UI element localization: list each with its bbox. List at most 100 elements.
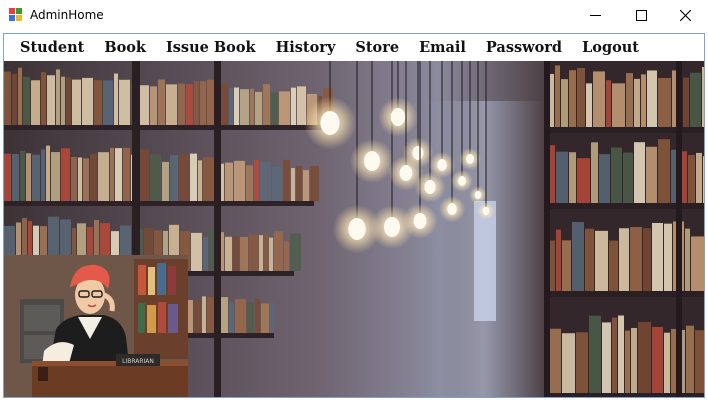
book-spine [179, 154, 189, 201]
menu-item-book[interactable]: Book [94, 34, 156, 61]
menu-item-email[interactable]: Email [409, 34, 476, 61]
book-spine [296, 165, 302, 201]
menu-item-history[interactable]: History [266, 34, 346, 61]
book-spine [170, 155, 178, 201]
close-button[interactable] [662, 0, 708, 30]
book-spine [261, 303, 269, 333]
book-spine [591, 142, 598, 203]
minimize-button[interactable] [572, 0, 618, 30]
book-spine [254, 159, 259, 201]
maximize-button[interactable] [618, 0, 664, 30]
book-spine [166, 84, 177, 125]
light-bulb [458, 176, 466, 186]
book-spine [690, 72, 701, 127]
book-spine [103, 80, 113, 125]
book-spine [250, 88, 254, 125]
shelf-plank [4, 125, 334, 130]
book-spine [576, 332, 588, 393]
book-spine [618, 315, 624, 393]
book-spine [82, 77, 93, 125]
book-spine [26, 153, 31, 201]
book-spine [47, 75, 55, 125]
book-spine [264, 234, 268, 271]
book-spine [94, 80, 102, 125]
menu-item-store[interactable]: Store [345, 34, 409, 61]
book-spine [593, 71, 605, 127]
book-spine [4, 153, 11, 201]
book-spine [555, 65, 560, 127]
book-spine [625, 330, 630, 393]
maximize-icon [635, 9, 647, 21]
shelf-edge [544, 61, 550, 397]
library-background-image: LIBRARIAN [4, 61, 704, 397]
book-spine [225, 162, 233, 201]
desk-sign-text: LIBRARIAN [122, 358, 154, 365]
book-spine [31, 80, 40, 125]
book-spine [556, 229, 561, 291]
book-spine [290, 233, 301, 271]
book-spine [569, 152, 576, 203]
book-spine [702, 66, 704, 127]
book-spine [577, 158, 590, 203]
book-spine [140, 85, 149, 125]
book-spine [602, 322, 611, 393]
book-spine [150, 154, 161, 201]
book-spine [652, 326, 663, 393]
book-spine [609, 240, 618, 291]
book-spine [178, 83, 185, 125]
menu-item-student[interactable]: Student [10, 34, 94, 61]
book-spine [234, 160, 245, 201]
book-spine [158, 79, 165, 125]
book-spine [272, 166, 282, 201]
book-spine [291, 168, 295, 201]
book-spine [263, 84, 270, 125]
book-spine [61, 148, 70, 201]
book-spine [623, 152, 633, 203]
book-spine [225, 236, 232, 271]
book-spine [619, 228, 629, 291]
book-spine [572, 221, 584, 291]
title-bar[interactable]: AdminHome [0, 0, 708, 30]
book-spine [585, 228, 594, 291]
light-bulb [447, 203, 457, 215]
book-spine [90, 153, 97, 201]
book-spine [23, 76, 30, 125]
library-shelves-illustration: LIBRARIAN [4, 61, 704, 397]
book-spine [577, 67, 585, 127]
book-spine [186, 84, 193, 125]
book-spine [612, 317, 617, 393]
book-spine [291, 87, 296, 125]
light-bulb [482, 207, 490, 215]
shelf-divider [214, 61, 221, 397]
book-spine [658, 139, 670, 203]
book-spine [630, 227, 642, 291]
book-spine [683, 77, 689, 127]
book-spine [18, 67, 22, 125]
book-spine [114, 73, 118, 125]
book-spine [235, 299, 246, 333]
light-bulb [424, 180, 436, 194]
main-menu-bar: Student Book Issue Book History Store Em… [4, 34, 704, 61]
book-spine [271, 92, 278, 125]
light-bulb [437, 159, 447, 171]
menu-item-issue-book[interactable]: Issue Book [156, 34, 266, 61]
book-spine [150, 86, 157, 125]
book-spine [303, 170, 309, 201]
book-spine [599, 154, 610, 203]
book-spine [198, 160, 202, 201]
menu-item-logout[interactable]: Logout [572, 34, 649, 61]
book-spine [641, 74, 646, 127]
book-spine [691, 236, 704, 291]
book-spine [46, 145, 50, 201]
shelf-plank [4, 201, 314, 206]
book-spine [200, 81, 206, 125]
book-spine [695, 330, 704, 393]
light-bulb [474, 191, 482, 199]
book-spine [562, 333, 575, 393]
book-spine [115, 148, 122, 201]
book-spine [646, 146, 657, 203]
menu-item-password[interactable]: Password [476, 34, 572, 61]
book-spine [234, 87, 239, 125]
book-spine [98, 152, 109, 201]
light-bulb [348, 218, 366, 240]
